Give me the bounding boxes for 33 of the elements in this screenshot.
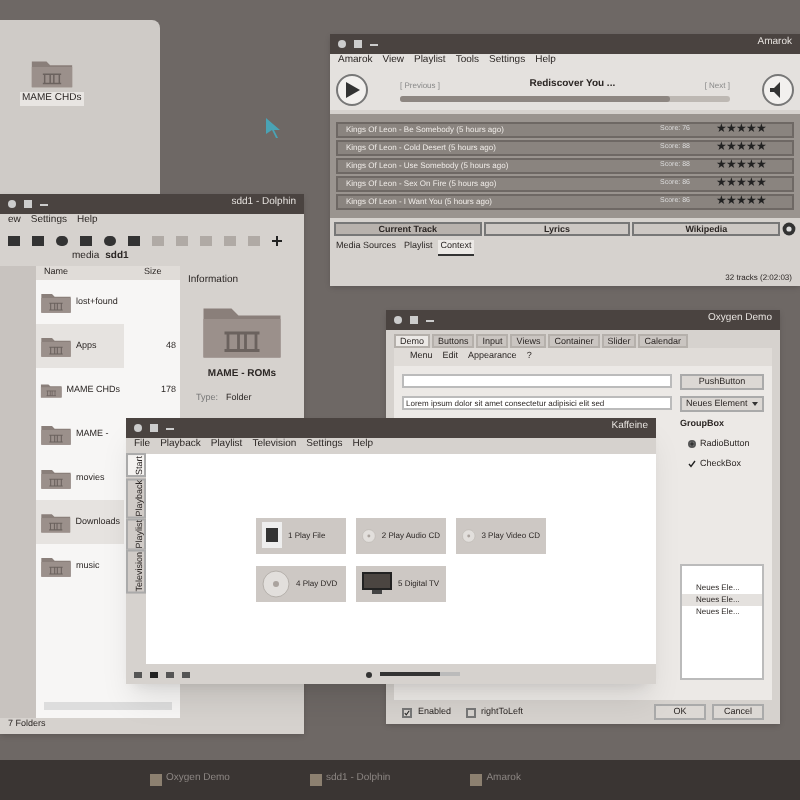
minimize-icon[interactable] <box>166 427 174 429</box>
minimize-icon[interactable] <box>370 43 378 45</box>
window-icon <box>150 774 162 786</box>
folder-icon <box>40 510 72 534</box>
close-icon[interactable] <box>394 316 402 324</box>
disc-icon <box>262 569 290 597</box>
volume-button[interactable] <box>762 74 794 106</box>
close-icon[interactable] <box>134 424 142 432</box>
folder-icon <box>40 378 63 402</box>
progress-track[interactable] <box>400 96 730 103</box>
text-input[interactable] <box>402 374 672 388</box>
caret-icon <box>752 402 758 406</box>
close-icon[interactable] <box>8 200 16 208</box>
folder-icon <box>29 56 74 89</box>
film-icon <box>262 522 282 548</box>
minimize-icon[interactable] <box>40 203 48 205</box>
folder-icon <box>40 554 72 578</box>
folder-icon <box>40 466 72 490</box>
checkbox[interactable] <box>465 707 476 717</box>
minimize-icon[interactable] <box>426 319 434 321</box>
mouse-cursor-icon <box>266 118 282 138</box>
folder-icon <box>40 334 72 358</box>
window-icon <box>470 774 483 786</box>
folder-icon <box>40 422 72 446</box>
plus-icon[interactable] <box>272 235 282 245</box>
radio-button[interactable] <box>688 440 696 449</box>
close-icon[interactable] <box>338 40 346 48</box>
tv-icon <box>362 572 392 594</box>
folder-icon <box>40 290 72 314</box>
window-icon <box>309 774 322 786</box>
checkbox[interactable] <box>688 459 696 468</box>
checkbox[interactable] <box>402 707 412 717</box>
play-button[interactable] <box>336 74 368 106</box>
